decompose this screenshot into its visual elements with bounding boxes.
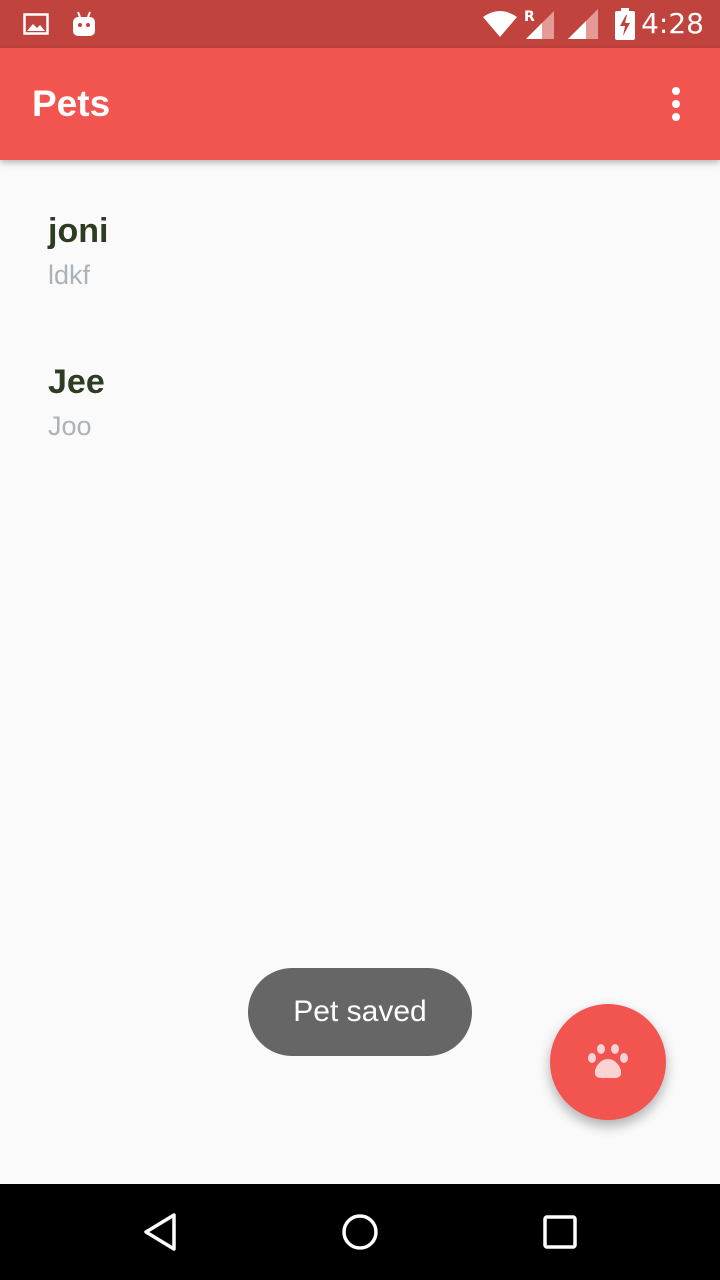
signal-roaming-icon: R bbox=[522, 0, 556, 48]
page-title: Pets bbox=[32, 83, 111, 124]
back-button[interactable] bbox=[112, 1184, 208, 1280]
signal-icon bbox=[566, 0, 600, 48]
navigation-bar bbox=[0, 1184, 720, 1280]
status-time: 4:28 bbox=[641, 7, 704, 40]
home-button[interactable] bbox=[312, 1184, 408, 1280]
battery-charging-icon bbox=[612, 0, 638, 48]
status-bar: R 4:28 bbox=[0, 0, 720, 48]
pet-name: Jee bbox=[48, 363, 105, 401]
home-icon bbox=[342, 1214, 378, 1250]
pet-breed: ldkf bbox=[48, 260, 91, 290]
pet-breed: Joo bbox=[48, 411, 92, 441]
pet-name: joni bbox=[48, 212, 109, 250]
add-pet-button[interactable] bbox=[550, 1004, 666, 1120]
app-bar: Pets bbox=[0, 48, 720, 160]
paw-icon bbox=[588, 1044, 628, 1079]
recents-button[interactable] bbox=[512, 1184, 608, 1280]
wifi-icon bbox=[482, 0, 518, 48]
list-item[interactable]: joni ldkf bbox=[0, 160, 720, 311]
more-options-button[interactable] bbox=[652, 80, 700, 128]
more-vert-icon bbox=[672, 87, 680, 95]
svg-text:R: R bbox=[524, 9, 535, 25]
image-notification-icon bbox=[22, 0, 50, 48]
back-icon bbox=[144, 1213, 176, 1251]
android-notification-icon bbox=[70, 0, 98, 48]
pet-list: joni ldkf Jee Joo bbox=[0, 160, 720, 462]
list-item[interactable]: Jee Joo bbox=[0, 311, 720, 462]
toast-message: Pet saved bbox=[248, 968, 472, 1056]
recents-icon bbox=[543, 1215, 577, 1249]
